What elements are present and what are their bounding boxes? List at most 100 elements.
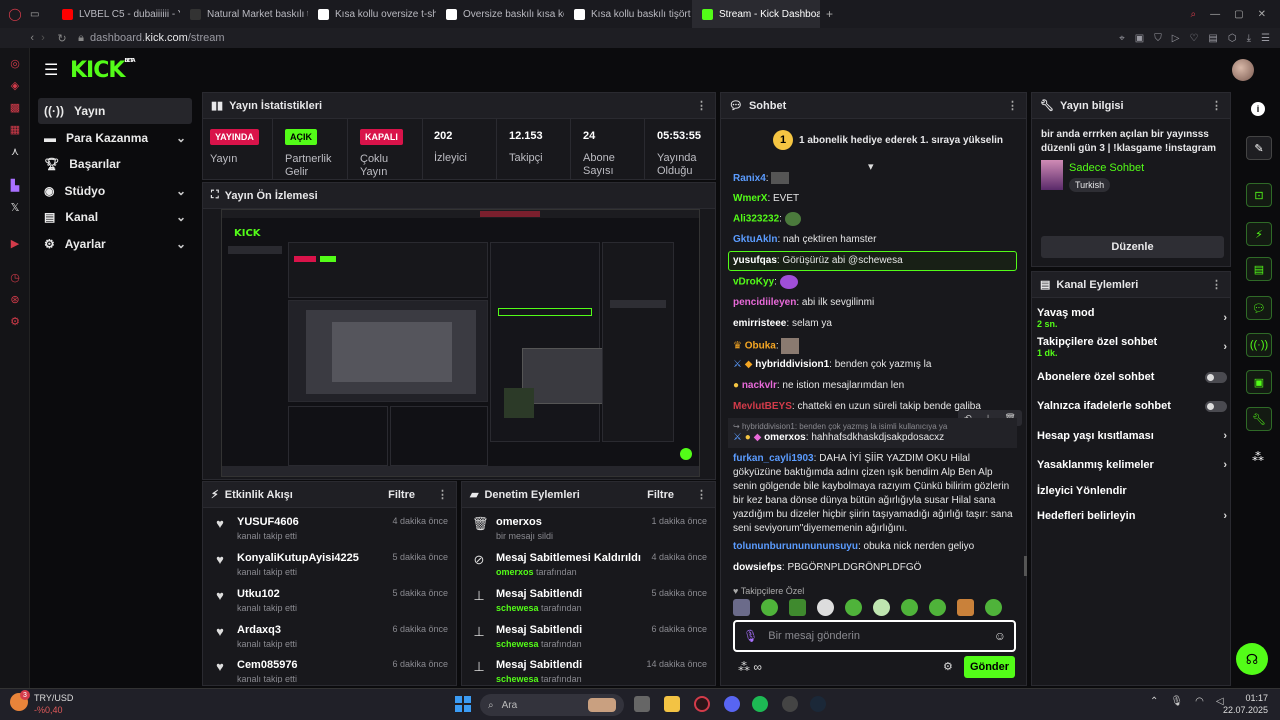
snapshot-icon[interactable]: ⌖: [1119, 33, 1125, 44]
hamburger-icon[interactable]: ☰: [44, 60, 58, 80]
player-icon[interactable]: ▶: [0, 232, 30, 254]
info-icon[interactable]: i: [1251, 102, 1265, 116]
x-icon[interactable]: 𝕏: [0, 196, 30, 218]
edit-button[interactable]: Düzenle: [1041, 236, 1224, 258]
action-host-viewers[interactable]: İzleyici Yönlendir: [1037, 484, 1227, 498]
play-icon[interactable]: ▷: [1172, 33, 1180, 44]
url-field[interactable]: dashboard.kick.com/stream: [90, 32, 225, 44]
gift-banner[interactable]: 1 abonelik hediye ederek 1. sıraya yükse…: [799, 135, 1003, 146]
avatar[interactable]: [1232, 59, 1254, 81]
emote-icon[interactable]: [733, 599, 750, 616]
action-set-goals[interactable]: Hedefleri belirleyin ›: [1037, 509, 1227, 523]
wrench-tool-icon[interactable]: 🔧︎: [1246, 407, 1272, 431]
forward-icon[interactable]: ›: [34, 32, 52, 44]
nav-item-para-kazanma[interactable]: ▬ Para Kazanma ⌄: [38, 125, 192, 151]
nav-item-ayarlar[interactable]: ⚙ Ayarlar ⌄: [38, 231, 192, 257]
more-icon[interactable]: ⋮: [1211, 99, 1222, 112]
browser-tab[interactable]: Natural Market baskılı t-s: [180, 0, 308, 28]
camera-tool-icon[interactable]: ⊡: [1246, 183, 1272, 207]
browser-tab[interactable]: LVBEL C5 - dubaiiiiii - Yo: [52, 0, 180, 28]
history-icon[interactable]: ◷: [0, 266, 30, 288]
taskbar-search[interactable]: ⌕ Ara: [480, 694, 624, 716]
tab-overview-icon[interactable]: ▭: [30, 9, 52, 20]
kick-logo[interactable]: KICKBETA: [70, 58, 136, 83]
emote-icon[interactable]: [845, 599, 862, 616]
maximize-icon[interactable]: ▢: [1234, 9, 1243, 20]
close-window-icon[interactable]: ✕: [1258, 9, 1266, 20]
aria-icon[interactable]: ◎: [0, 52, 30, 74]
reload-icon[interactable]: ↻: [52, 32, 72, 45]
action-slow-mode[interactable]: Yavaş mod 2 sn. ›: [1037, 307, 1227, 329]
extensions-icon[interactable]: ⬡: [1228, 33, 1237, 44]
menu-icon[interactable]: ☰: [1261, 33, 1270, 44]
twitch-icon[interactable]: ▙: [0, 174, 30, 196]
more-icon[interactable]: ⋮: [696, 488, 707, 501]
spotify-icon[interactable]: [752, 696, 768, 712]
nav-item-kanal[interactable]: ▤ Kanal ⌄: [38, 204, 192, 230]
clock[interactable]: 01:17 22.07.2025: [1222, 692, 1268, 716]
more-icon[interactable]: ⋮: [696, 99, 707, 112]
download-icon[interactable]: ⤓: [1247, 33, 1251, 44]
send-button[interactable]: Gönder: [964, 656, 1015, 678]
more-icon[interactable]: ⋮: [1211, 278, 1222, 291]
category-name[interactable]: Sadece Sohbet: [1069, 162, 1144, 174]
more-icon[interactable]: ⋮: [437, 488, 448, 501]
more-icon[interactable]: ⋮: [1007, 99, 1018, 112]
nav-item-studyo[interactable]: ◉ Stüdyo ⌄: [38, 178, 192, 204]
nav-item-basarilar[interactable]: 🏆︎ Başarılar: [38, 151, 192, 177]
microphone-tray-icon[interactable]: 🎙︎: [1170, 696, 1183, 707]
emote-icon[interactable]: [929, 599, 946, 616]
file-explorer-icon[interactable]: [664, 696, 680, 712]
wallet-icon[interactable]: ▤: [1208, 33, 1217, 44]
emote-icon[interactable]: [761, 599, 778, 616]
subscribers-only-toggle[interactable]: [1205, 371, 1227, 383]
app-icon[interactable]: [782, 696, 798, 712]
news-icon[interactable]: ▦: [0, 118, 30, 140]
moderation-filter-button[interactable]: Filtre: [647, 489, 674, 501]
emote-icon[interactable]: [789, 599, 806, 616]
new-tab-icon[interactable]: +: [820, 7, 839, 21]
opera-logo-icon[interactable]: ◯: [0, 7, 30, 21]
kick-sidebar-icon[interactable]: ⋏: [0, 140, 30, 162]
action-banned-words[interactable]: Yasaklanmış kelimeler ›: [1037, 458, 1227, 472]
chat-settings-icon[interactable]: ⚙: [943, 660, 953, 673]
workspace-icon[interactable]: ◈: [0, 74, 30, 96]
chat-scrollbar[interactable]: [1024, 556, 1027, 576]
wifi-icon[interactable]: ◠: [1195, 696, 1204, 707]
browser-tab[interactable]: Kısa kollu oversize t-shirt: [308, 0, 436, 28]
task-view-icon[interactable]: [634, 696, 650, 712]
chevron-up-icon[interactable]: ⌃: [1150, 696, 1158, 707]
shield-icon[interactable]: ⛉: [1154, 33, 1162, 44]
document-tool-icon[interactable]: ▤: [1246, 257, 1272, 281]
emote-icon[interactable]: [817, 599, 834, 616]
stream-preview[interactable]: KICK: [221, 209, 700, 477]
add-tool-icon[interactable]: ⁂: [1252, 450, 1264, 464]
search-icon[interactable]: ⌕: [1191, 9, 1197, 20]
emoji-icon[interactable]: ☺: [994, 629, 1006, 643]
action-account-age[interactable]: Hesap yaşı kısıtlaması ›: [1037, 429, 1227, 443]
microphone-icon[interactable]: 🎙︎: [743, 629, 758, 643]
emote-icon[interactable]: [985, 599, 1002, 616]
action-followers-only[interactable]: Takipçilere özel sohbet 1 dk. ›: [1037, 336, 1227, 358]
settings-icon[interactable]: ⚙: [0, 310, 30, 332]
minimize-icon[interactable]: —: [1210, 9, 1220, 20]
steam-icon[interactable]: [810, 696, 826, 712]
browser-tab[interactable]: Kısa kollu baskılı tişört - T: [564, 0, 692, 28]
activity-filter-button[interactable]: Filtre: [388, 489, 415, 501]
layout-tool-icon[interactable]: ▣: [1246, 370, 1272, 394]
nav-item-yayin[interactable]: ((·)) Yayın: [38, 98, 192, 124]
browser-tab[interactable]: Oversize baskılı kısa kollu: [436, 0, 564, 28]
support-icon[interactable]: ☊: [1236, 643, 1268, 675]
emote-icon[interactable]: [873, 599, 890, 616]
opera-taskbar-icon[interactable]: [694, 696, 710, 712]
emote-icon[interactable]: [901, 599, 918, 616]
gamepad-icon[interactable]: ▩: [0, 96, 30, 118]
chat-tool-icon[interactable]: 💬︎: [1246, 296, 1272, 320]
discord-icon[interactable]: [724, 696, 740, 712]
pinboard-icon[interactable]: ⊛: [0, 288, 30, 310]
points-icon[interactable]: ⁂ ∞: [738, 660, 762, 674]
emote-icon[interactable]: [957, 599, 974, 616]
screen-icon[interactable]: ▣: [1135, 33, 1144, 44]
back-icon[interactable]: ‹: [0, 32, 34, 44]
broadcast-tool-icon[interactable]: ((·)): [1246, 333, 1272, 357]
